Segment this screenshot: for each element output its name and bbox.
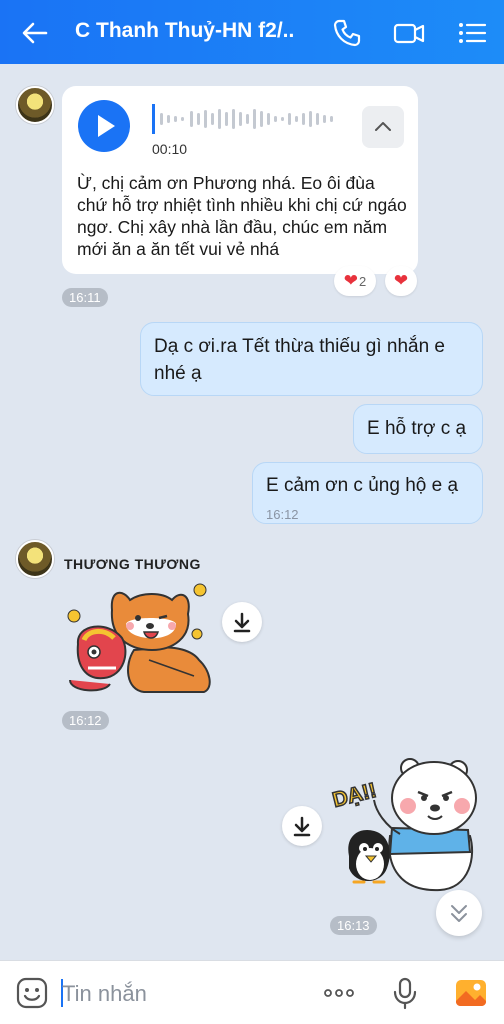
message-text: Dạ c ơi.ra Tết thừa thiếu gì nhắn e nhé … bbox=[154, 336, 445, 384]
sender-name: THƯƠNG THƯƠNG bbox=[64, 556, 201, 572]
heart-icon: ❤ bbox=[343, 271, 358, 290]
collapse-transcript-button[interactable] bbox=[362, 106, 404, 148]
reaction-count: 2 bbox=[359, 273, 367, 289]
message-time: 16:11 bbox=[62, 288, 108, 307]
shiba-lion-dance-sticker[interactable] bbox=[64, 580, 214, 696]
contact-avatar[interactable] bbox=[16, 86, 54, 124]
heart-icon: ❤ bbox=[393, 271, 409, 290]
audio-waveform[interactable] bbox=[152, 104, 342, 134]
polar-bear-penguin-sticker[interactable]: DẠ!! bbox=[330, 756, 480, 896]
reaction-summary[interactable]: ❤ 2 bbox=[334, 266, 376, 296]
microphone-icon[interactable] bbox=[387, 975, 423, 1011]
message-text: E hỗ trợ c ạ bbox=[367, 418, 467, 439]
more-options-icon[interactable] bbox=[321, 975, 357, 1011]
outgoing-message[interactable]: E cảm ơn c ủng hộ e ạ 16:12 bbox=[252, 462, 483, 524]
download-button[interactable] bbox=[222, 602, 262, 642]
message-time: 16:12 bbox=[266, 507, 299, 522]
download-icon bbox=[233, 612, 251, 633]
menu-list-icon[interactable] bbox=[455, 16, 489, 50]
voice-message-bubble[interactable]: 00:10 Ừ, chị cảm ơn Phương nhá. Eo ôi đù… bbox=[62, 86, 418, 274]
video-call-icon[interactable] bbox=[392, 16, 426, 50]
voice-transcript-text: Ừ, chị cảm ơn Phương nhá. Eo ôi đùa chứ … bbox=[77, 173, 407, 259]
back-arrow-icon[interactable] bbox=[18, 16, 52, 50]
download-button[interactable] bbox=[282, 806, 322, 846]
message-text: E cảm ơn c ủng hộ e ạ bbox=[266, 475, 459, 496]
phone-icon[interactable] bbox=[330, 16, 364, 50]
message-time: 16:13 bbox=[330, 916, 377, 935]
sticker-shout-text: DẠ!! bbox=[330, 779, 379, 812]
download-icon bbox=[293, 816, 311, 837]
react-heart-button[interactable]: ❤ bbox=[385, 266, 417, 296]
outgoing-message[interactable]: Dạ c ơi.ra Tết thừa thiếu gì nhắn e nhé … bbox=[140, 322, 483, 396]
double-chevron-down-icon bbox=[451, 905, 467, 922]
chat-header: C Thanh Thuỷ-HN f2/... bbox=[0, 0, 504, 64]
play-button[interactable] bbox=[78, 100, 130, 152]
play-icon bbox=[98, 115, 115, 137]
chevron-up-icon bbox=[375, 122, 391, 131]
image-gallery-icon[interactable] bbox=[453, 975, 489, 1011]
message-input-bar: Tin nhắn bbox=[0, 960, 504, 1024]
scroll-to-bottom-button[interactable] bbox=[436, 890, 482, 936]
message-time: 16:12 bbox=[62, 711, 109, 730]
voice-duration: 00:10 bbox=[152, 141, 188, 157]
sticker-emoji-icon[interactable] bbox=[14, 975, 50, 1011]
contact-avatar[interactable] bbox=[16, 540, 54, 578]
outgoing-message[interactable]: E hỗ trợ c ạ bbox=[353, 404, 483, 454]
chat-title[interactable]: C Thanh Thuỷ-HN f2/... bbox=[75, 19, 295, 43]
message-input[interactable]: Tin nhắn bbox=[62, 981, 147, 1007]
